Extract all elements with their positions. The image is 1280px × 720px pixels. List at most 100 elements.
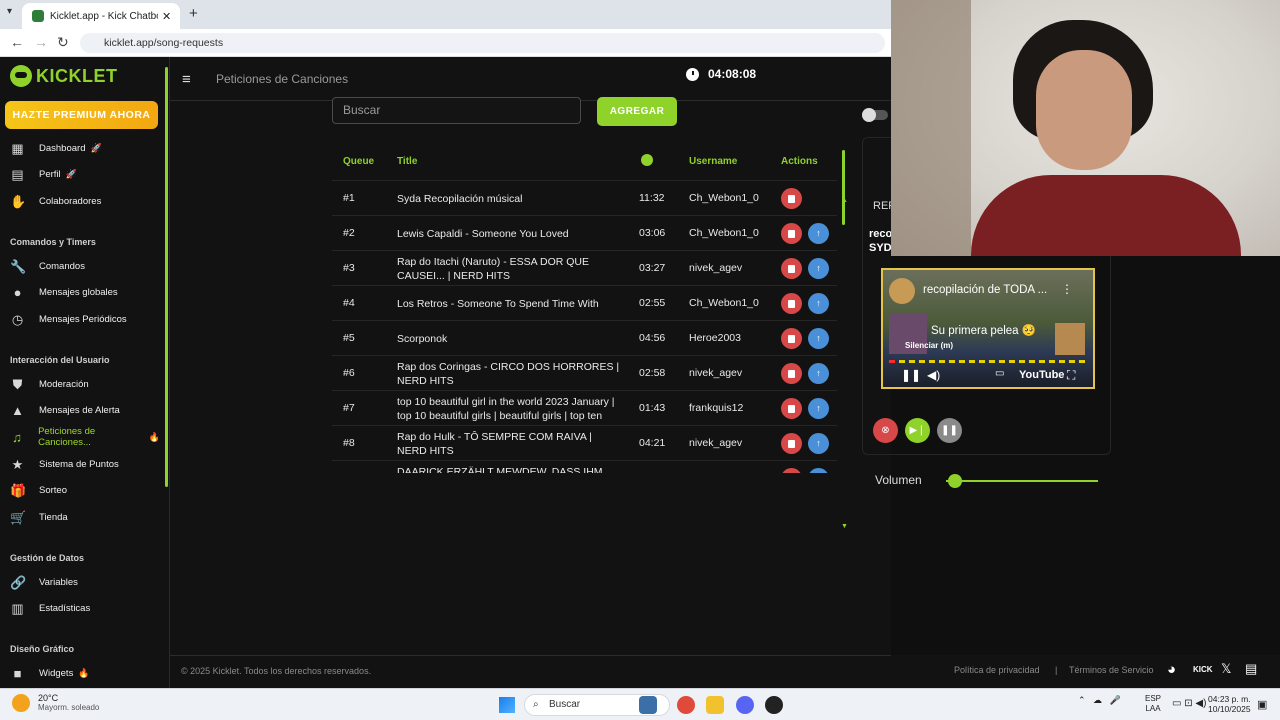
add-button[interactable]: AGREGAR: [597, 97, 677, 126]
header-queue: Queue: [343, 156, 375, 167]
table-row: #7 top 10 beautiful girl in the world 202…: [332, 390, 837, 425]
fullscreen-icon[interactable]: ⛶: [1067, 368, 1075, 383]
delete-button[interactable]: [781, 328, 802, 349]
move-up-button[interactable]: ↑: [808, 258, 829, 279]
sidebar-item-colaboradores[interactable]: ✋ Colaboradores: [10, 190, 160, 212]
page-title: Peticiones de Canciones: [216, 72, 349, 86]
volume-slider[interactable]: [946, 480, 1098, 482]
table-scrollbar[interactable]: [842, 150, 845, 225]
sidebar-item-perfil[interactable]: ▤ Perfil 🚀: [10, 163, 160, 185]
notification-icon[interactable]: ▣: [1257, 698, 1267, 711]
kicklet-favicon-icon: [32, 10, 44, 22]
delete-button[interactable]: [781, 293, 802, 314]
sidebar-item-variables[interactable]: 🔗 Variables: [10, 571, 160, 593]
move-up-button[interactable]: ↑: [808, 223, 829, 244]
sidebar-item-widgets[interactable]: ■ Widgets 🔥: [10, 662, 160, 684]
weather-widget[interactable]: 20°C Mayorm. soleado: [12, 693, 99, 712]
terms-link[interactable]: Términos de Servicio: [1069, 665, 1154, 675]
sidebar-item-mensajes-alerta[interactable]: ▲ Mensajes de Alerta: [10, 399, 160, 421]
lang-line2: LAA: [1145, 704, 1161, 713]
kick-icon[interactable]: KICK: [1193, 665, 1213, 674]
dashboard-grid-icon: ▦: [11, 140, 24, 156]
volume-icon[interactable]: ◀): [927, 368, 940, 382]
move-up-button[interactable]: ↑: [808, 433, 829, 454]
chrome-icon[interactable]: [677, 696, 695, 714]
delete-button[interactable]: [781, 188, 802, 209]
delete-button[interactable]: [781, 398, 802, 419]
clock-icon: ◷: [11, 311, 24, 327]
delete-button[interactable]: [781, 258, 802, 279]
move-up-button[interactable]: ↑: [808, 293, 829, 314]
sidebar-item-comandos[interactable]: 🔧 Comandos: [10, 255, 160, 277]
browser-tab[interactable]: Kicklet.app - Kick Chatbot ✕: [22, 3, 180, 29]
delete-button[interactable]: [781, 433, 802, 454]
kicklet-logo[interactable]: KICKLET: [10, 65, 118, 87]
captions-icon[interactable]: ▭: [995, 368, 1004, 379]
sidebar-item-sorteo[interactable]: 🎁 Sorteo: [10, 479, 160, 501]
webcam-overlay: [891, 0, 1280, 256]
obs-icon[interactable]: [765, 696, 783, 714]
sidebar-item-mensajes-periodicos[interactable]: ◷ Mensajes Periódicos: [10, 308, 160, 330]
premium-button[interactable]: HAZTE PREMIUM AHORA: [5, 101, 158, 129]
sidebar-item-peticiones-canciones[interactable]: ♫ Peticiones de Canciones... 🔥: [10, 426, 160, 448]
discord-icon[interactable]: ◕: [1167, 661, 1176, 678]
sidebar-scrollbar[interactable]: [165, 67, 168, 487]
next-button[interactable]: ▶❘: [905, 418, 930, 443]
move-up-button[interactable]: ↑: [808, 328, 829, 349]
collapse-menu-icon[interactable]: ≡: [182, 71, 191, 88]
search-icon: ⌕: [533, 699, 539, 710]
song-title: DAARICK ERZÄHLT MEWDEW, DASS IHM DAS: [397, 465, 603, 474]
privacy-link[interactable]: Política de privacidad: [954, 665, 1040, 675]
language-indicator[interactable]: ESP LAA: [1145, 694, 1161, 714]
url-field[interactable]: kicklet.app/song-requests: [80, 33, 885, 53]
sidebar-item-sistema-puntos[interactable]: ★ Sistema de Puntos: [10, 453, 160, 475]
volume-slider-handle[interactable]: [948, 474, 963, 488]
youtube-video-player[interactable]: recopilación de TODA ... ⋮ Su primera pe…: [881, 268, 1095, 389]
tab-search-chevron-icon[interactable]: ▾: [7, 6, 12, 17]
move-up-button[interactable]: ↑: [808, 398, 829, 419]
move-up-button[interactable]: ↑: [808, 468, 829, 473]
youtube-logo[interactable]: YouTube: [1019, 369, 1064, 381]
sidebar-item-mensajes-globales[interactable]: ● Mensajes globales: [10, 281, 160, 303]
delete-button[interactable]: [781, 223, 802, 244]
more-options-icon[interactable]: ⋮: [1061, 282, 1073, 296]
system-tray-icons[interactable]: ⌃ ☁ 🎤: [1078, 695, 1121, 706]
search-input[interactable]: Buscar: [332, 97, 581, 124]
taskbar-app-icon[interactable]: [639, 696, 657, 714]
sidebar-item-dashboard[interactable]: ▦ Dashboard 🚀: [10, 137, 160, 159]
tab-close-icon[interactable]: ✕: [162, 10, 171, 23]
scroll-up-icon[interactable]: ▲: [841, 197, 848, 204]
sidebar-item-moderacion[interactable]: ⛊ Moderación: [10, 373, 160, 395]
scroll-down-icon[interactable]: ▼: [841, 523, 848, 530]
sidebar-item-tienda[interactable]: 🛒 Tienda: [10, 506, 160, 528]
video-camera-icon: ■: [13, 665, 22, 681]
forward-arrow-icon[interactable]: →: [34, 34, 48, 50]
requester-username: nivek_agev: [689, 262, 743, 274]
document-icon[interactable]: ▤: [1245, 661, 1257, 677]
pause-button[interactable]: ❚❚: [937, 418, 962, 443]
pause-icon[interactable]: ❚❚: [901, 368, 921, 382]
windows-taskbar: 20°C Mayorm. soleado ⌕ Buscar ⌃ ☁ 🎤 ESP …: [0, 688, 1280, 720]
delete-button[interactable]: [781, 363, 802, 384]
move-up-button[interactable]: ↑: [808, 363, 829, 384]
x-twitter-icon[interactable]: 𝕏: [1221, 661, 1231, 677]
system-clock[interactable]: 04:23 p. m. 10/10/2025: [1208, 694, 1251, 714]
skip-stop-button[interactable]: ⊗: [873, 418, 898, 443]
reload-icon[interactable]: ↻: [57, 34, 69, 51]
autoplay-toggle[interactable]: [862, 108, 888, 122]
windows-start-icon[interactable]: [499, 697, 515, 713]
queue-position: #6: [343, 367, 355, 379]
sidebar-item-estadisticas[interactable]: ▥ Estadísticas: [10, 597, 160, 619]
song-duration: 01:36: [639, 472, 665, 473]
network-volume-icons[interactable]: ▭ ⊡ ◀): [1172, 698, 1206, 709]
new-tab-button[interactable]: +: [189, 5, 198, 22]
song-title: Syda Recopilación músical: [397, 192, 523, 205]
file-explorer-icon[interactable]: [706, 696, 724, 714]
discord-app-icon[interactable]: [736, 696, 754, 714]
weather-desc: Mayorm. soleado: [38, 703, 100, 712]
back-arrow-icon[interactable]: ←: [10, 34, 24, 50]
sidebar-item-label: Widgets: [39, 667, 74, 679]
queue-position: #2: [343, 227, 355, 239]
video-progress-bar[interactable]: [889, 360, 1089, 363]
delete-button[interactable]: [781, 468, 802, 473]
